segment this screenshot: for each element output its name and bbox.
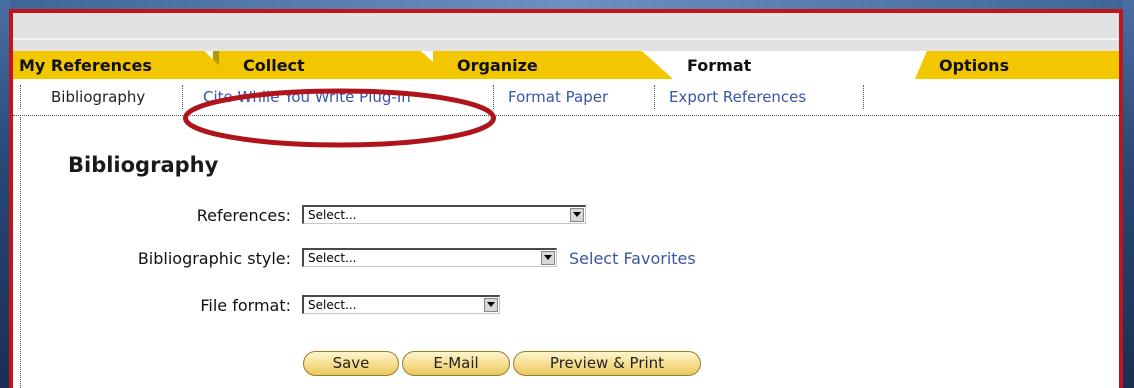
tab-format[interactable]: Format <box>673 51 903 79</box>
tab-label: Options <box>939 56 1010 75</box>
subnav-format-paper[interactable]: Format Paper <box>508 79 608 115</box>
app-frame: My References Collect Organize Format Op… <box>9 9 1123 388</box>
save-button[interactable]: Save <box>303 351 399 376</box>
bibliographic-style-label: Bibliographic style: <box>137 249 291 268</box>
subnav-bibliography[interactable]: Bibliography <box>51 79 145 115</box>
select-value: Select... <box>308 251 357 265</box>
file-format-label: File format: <box>200 296 291 315</box>
subnav-separator <box>863 85 864 109</box>
select-favorites-link[interactable]: Select Favorites <box>569 249 696 268</box>
callout-ellipse <box>183 88 496 148</box>
chevron-down-icon <box>484 298 498 312</box>
background-right <box>1122 0 1134 388</box>
header-stripe <box>13 38 1119 40</box>
panel-border <box>20 115 21 388</box>
sub-navigation: Bibliography Cite While You Write Plug-I… <box>13 79 1119 116</box>
page-title: Bibliography <box>68 153 219 177</box>
preview-print-button[interactable]: Preview & Print <box>513 351 701 376</box>
subnav-export-references[interactable]: Export References <box>669 79 806 115</box>
tab-label: Format <box>687 56 752 75</box>
subnav-separator <box>654 85 655 109</box>
tab-organize[interactable]: Organize <box>433 51 673 79</box>
tab-label: Collect <box>243 56 305 75</box>
references-label: References: <box>196 206 291 225</box>
tab-label: My References <box>19 56 152 75</box>
select-value: Select... <box>308 298 357 312</box>
tab-my-references[interactable]: My References <box>13 51 233 79</box>
file-format-select[interactable]: Select... <box>302 295 500 314</box>
header-strip <box>13 13 1119 51</box>
subnav-separator <box>20 85 21 109</box>
tab-options[interactable]: Options <box>915 51 1119 79</box>
tab-label: Organize <box>457 56 538 75</box>
tab-collect[interactable]: Collect <box>219 51 451 79</box>
email-button[interactable]: E-Mail <box>402 351 510 376</box>
bibliographic-style-select[interactable]: Select... <box>302 248 557 267</box>
chevron-down-icon <box>570 208 584 222</box>
chevron-down-icon <box>541 251 555 265</box>
references-select[interactable]: Select... <box>302 205 586 224</box>
select-value: Select... <box>308 208 357 222</box>
